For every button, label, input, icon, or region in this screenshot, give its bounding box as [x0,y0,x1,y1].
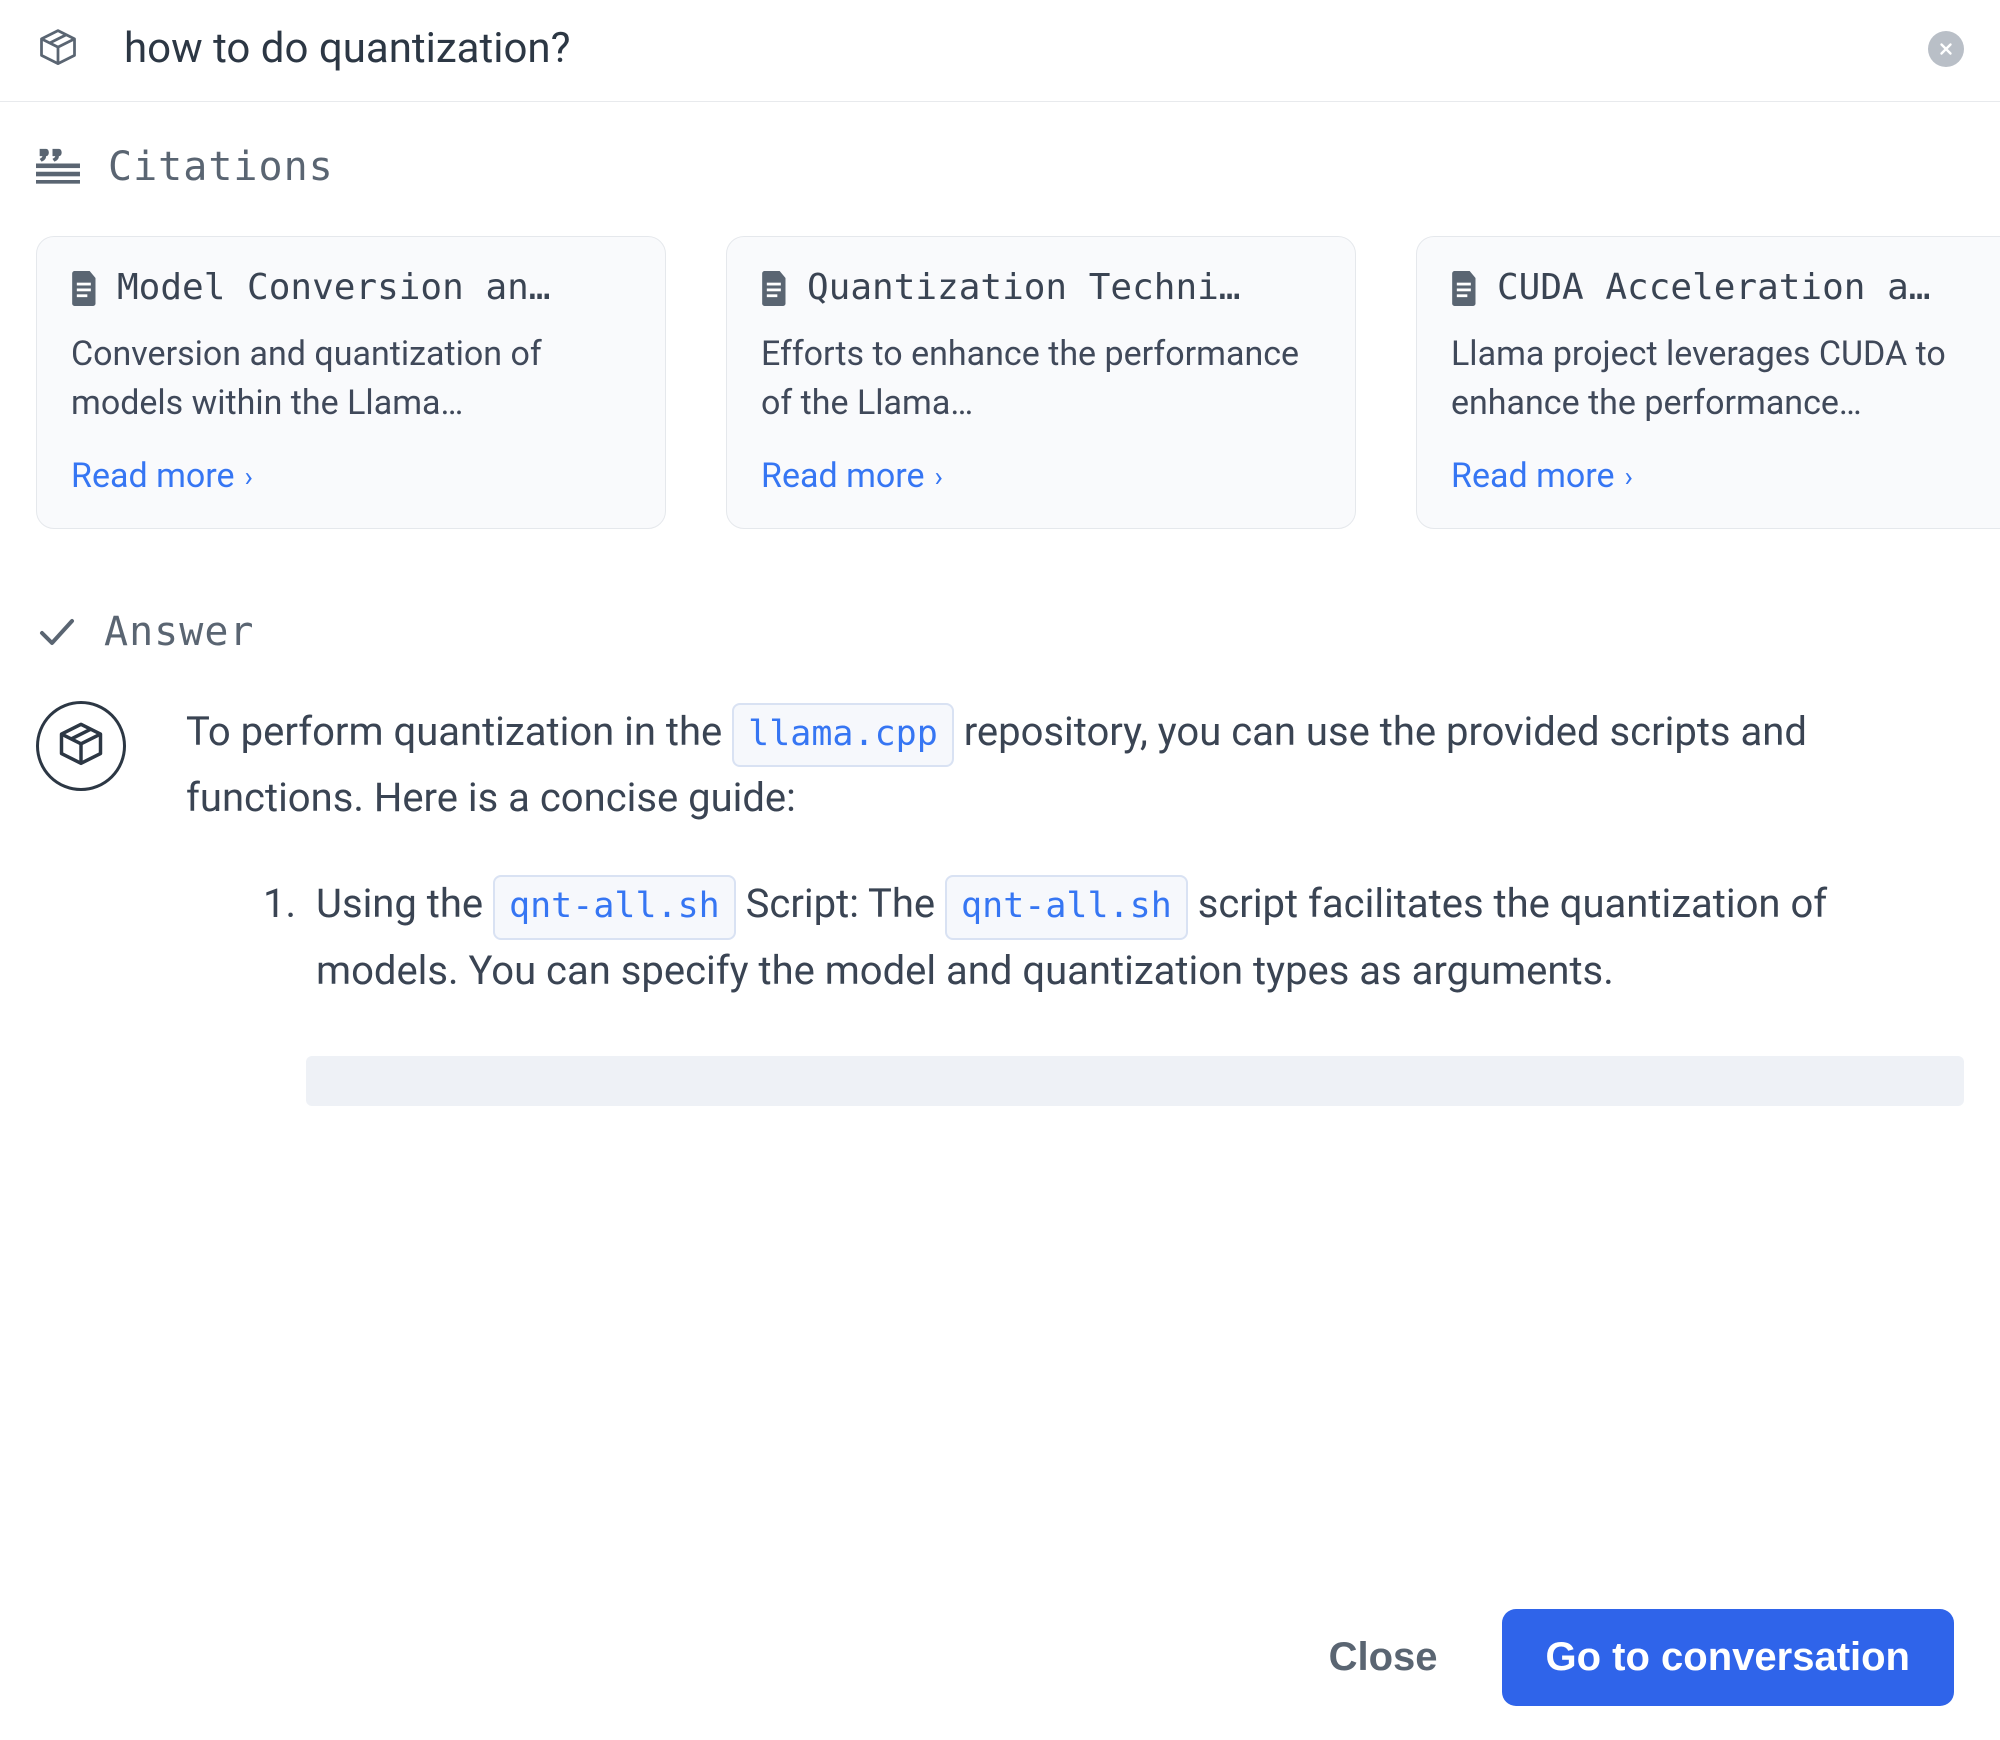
answer-heading: Answer [36,609,1964,655]
citation-card[interactable]: CUDA Acceleration a… Llama project lever… [1416,236,2000,529]
code-block [306,1056,1964,1106]
go-to-conversation-button[interactable]: Go to conversation [1502,1609,1955,1706]
citation-title: CUDA Acceleration a… [1497,267,1930,308]
document-icon [1451,271,1479,305]
answer-body: To perform quantization in the llama.cpp… [186,701,1964,1106]
citations-section: Citations [0,102,2000,190]
answer-list: Using the qnt-all.sh Script: The qnt-all… [186,873,1964,1001]
text: Script: The [736,880,945,927]
citations-icon [36,147,80,187]
query-text: how to do quantization? [124,24,1928,73]
answer-content: To perform quantization in the llama.cpp… [36,701,1964,1106]
assistant-avatar [36,701,126,791]
answer-section: Answer To perform quantization in the ll… [0,529,2000,1106]
citation-card[interactable]: Quantization Techni… Efforts to enhance … [726,236,1356,529]
citation-card[interactable]: Model Conversion an… Conversion and quan… [36,236,666,529]
citations-heading: Citations [36,144,1964,190]
answer-heading-text: Answer [104,609,255,655]
close-button[interactable]: Close [1329,1635,1438,1680]
read-more-link[interactable]: Read more › [761,456,943,496]
citation-snippet: Efforts to enhance the performance of th… [761,330,1321,428]
close-icon[interactable] [1928,31,1964,67]
document-icon [761,271,789,305]
list-item: Using the qnt-all.sh Script: The qnt-all… [306,873,1964,1001]
code-chip: qnt-all.sh [493,875,736,939]
citations-heading-text: Citations [108,144,334,190]
citation-title: Quantization Techni… [807,267,1240,308]
citation-snippet: Llama project leverages CUDA to enhance … [1451,330,2000,428]
read-more-label: Read more [71,456,235,496]
text: Using the [316,880,493,927]
chevron-right-icon: › [935,460,943,493]
chevron-right-icon: › [1625,460,1633,493]
chevron-right-icon: › [245,460,253,493]
code-chip: llama.cpp [732,703,954,767]
check-icon [36,612,76,652]
logo-icon [36,27,80,71]
header-bar: how to do quantization? [0,0,2000,102]
answer-intro: To perform quantization in the llama.cpp… [186,701,1964,829]
citation-title: Model Conversion an… [117,267,550,308]
code-chip: qnt-all.sh [945,875,1188,939]
footer-actions: Close Go to conversation [1329,1609,1954,1706]
read-more-link[interactable]: Read more › [1451,456,1633,496]
text: To perform quantization in the [186,708,732,755]
read-more-label: Read more [761,456,925,496]
citation-snippet: Conversion and quantization of models wi… [71,330,631,428]
read-more-label: Read more [1451,456,1615,496]
document-icon [71,271,99,305]
citations-row: Model Conversion an… Conversion and quan… [0,236,2000,529]
read-more-link[interactable]: Read more › [71,456,253,496]
